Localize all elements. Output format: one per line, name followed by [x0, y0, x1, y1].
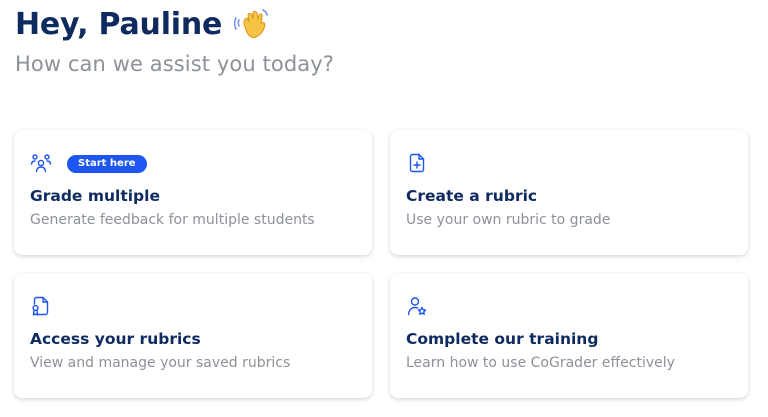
- greeting-text: Hey, Pauline: [15, 6, 223, 42]
- card-description: Generate feedback for multiple students: [30, 212, 315, 228]
- page-subtitle: How can we assist you today?: [15, 52, 335, 76]
- users-group-icon: [30, 154, 52, 173]
- home-page: Hey, Pauline How can we assist you today…: [0, 0, 768, 417]
- grade-multiple-card[interactable]: Start here Grade multiple Generate feedb…: [14, 130, 372, 255]
- card-description: View and manage your saved rubrics: [30, 355, 291, 371]
- waving-hand-icon: [233, 6, 270, 42]
- access-rubrics-card[interactable]: Access your rubrics View and manage your…: [14, 273, 372, 398]
- user-star-icon: [407, 297, 427, 316]
- card-title: Complete our training: [406, 330, 599, 348]
- card-description: Use your own rubric to grade: [406, 212, 611, 228]
- file-badge-icon: [32, 296, 49, 316]
- start-here-badge: Start here: [67, 155, 147, 173]
- card-title: Create a rubric: [406, 187, 538, 205]
- card-description: Learn how to use CoGrader effectively: [406, 355, 675, 371]
- greeting-heading: Hey, Pauline: [15, 6, 270, 42]
- complete-training-card[interactable]: Complete our training Learn how to use C…: [390, 273, 748, 398]
- card-title: Access your rubrics: [30, 330, 201, 348]
- card-title: Grade multiple: [30, 187, 160, 205]
- create-rubric-card[interactable]: Create a rubric Use your own rubric to g…: [390, 130, 748, 255]
- file-plus-icon: [409, 153, 425, 173]
